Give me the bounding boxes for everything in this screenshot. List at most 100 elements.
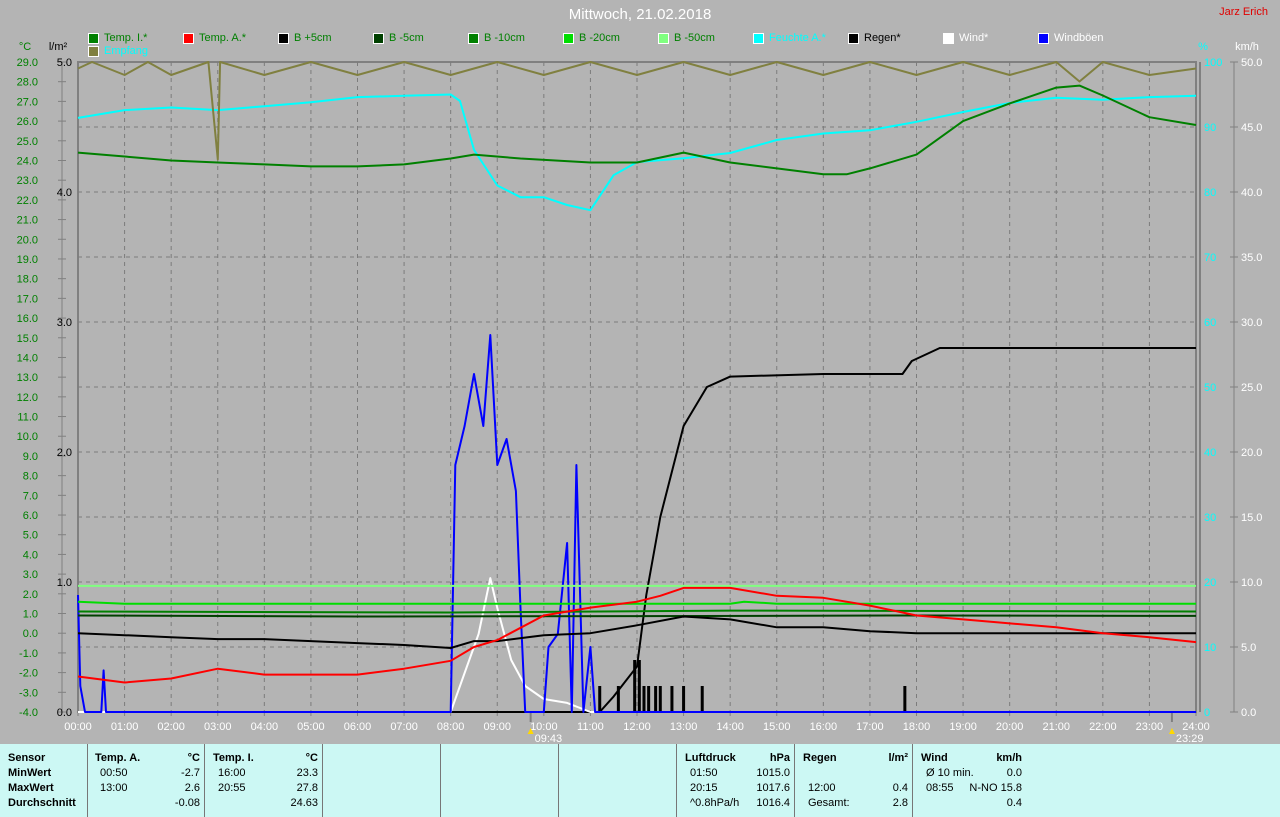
wind-tick-label: 30.0 xyxy=(1241,317,1262,329)
rain-bar xyxy=(598,686,602,712)
legend-item: Empfang xyxy=(88,45,148,57)
temp-tick-label: 15.0 xyxy=(17,333,38,345)
legend-label: B +5cm xyxy=(294,32,332,44)
humidity-tick-label: 70 xyxy=(1204,252,1216,264)
temp-tick-label: -2.0 xyxy=(19,668,38,680)
x-tick-label: 19:00 xyxy=(949,721,977,733)
wind-tick-label: 50.0 xyxy=(1241,57,1262,69)
x-tick-label: 21:00 xyxy=(1042,721,1070,733)
temp-tick-label: 14.0 xyxy=(17,352,38,364)
humidity-tick-label: 40 xyxy=(1204,447,1216,459)
temp-tick-label: 24.0 xyxy=(17,155,38,167)
legend-swatch xyxy=(1038,32,1049,44)
x-tick-label: 07:00 xyxy=(390,721,418,733)
temp-tick-label: -1.0 xyxy=(19,648,38,660)
x-tick-label: 10:00 xyxy=(530,721,558,733)
wind-tick-label: 0.0 xyxy=(1241,707,1256,719)
temp-tick-label: 3.0 xyxy=(23,569,38,581)
wind-tick-label: 25.0 xyxy=(1241,382,1262,394)
wind-tick-label: 35.0 xyxy=(1241,252,1262,264)
temp_i-unit: °C xyxy=(305,752,318,764)
temp-tick-label: -4.0 xyxy=(19,707,38,719)
x-tick-label: 14:00 xyxy=(716,721,744,733)
moon-icon xyxy=(1168,728,1175,734)
x-tick-label: 23:00 xyxy=(1136,721,1164,733)
rain-bar xyxy=(682,686,686,712)
temp-tick-label: 7.0 xyxy=(23,490,38,502)
wind-tick-label: 15.0 xyxy=(1241,512,1262,524)
wind-tick-label: 45.0 xyxy=(1241,122,1262,134)
rain-bar xyxy=(647,686,651,712)
humidity-tick-label: 60 xyxy=(1204,317,1216,329)
temp-tick-label: -3.0 xyxy=(19,687,38,699)
author-label: Jarz Erich xyxy=(1219,6,1268,18)
temp_i-value: 27.8 xyxy=(296,782,318,794)
legend-item: Feuchte A.* xyxy=(753,32,826,44)
legend-label: B -10cm xyxy=(484,32,525,44)
temp-tick-label: 16.0 xyxy=(17,313,38,325)
humidity-tick-label: 10 xyxy=(1204,642,1216,654)
marker-time-label: 09:43 xyxy=(535,733,563,744)
temp-tick-label: 18.0 xyxy=(17,274,38,286)
humidity-tick-label: 0 xyxy=(1204,707,1210,719)
temp-tick-label: 23.0 xyxy=(17,175,38,187)
weather-chart: -4.0 -3.0 -2.0 -1.0 0.0 1.0 2.0 3.0 4.0 5.0 6.0 7.0… xyxy=(17,41,1263,744)
temp-tick-label: 19.0 xyxy=(17,254,38,266)
x-tick-label: 24:00 xyxy=(1182,721,1210,733)
x-tick-label: 18:00 xyxy=(903,721,931,733)
humidity-tick-label: 90 xyxy=(1204,122,1216,134)
legend-label: Feuchte A.* xyxy=(769,32,826,44)
temp-tick-label: 10.0 xyxy=(17,431,38,443)
rain-tick-label: 4.0 xyxy=(57,187,72,199)
x-tick-label: 22:00 xyxy=(1089,721,1117,733)
rain-tick-label: 5.0 xyxy=(57,57,72,69)
legend-swatch xyxy=(88,45,99,57)
rain-bar xyxy=(642,686,646,712)
legend-label: Temp. I.* xyxy=(104,32,148,44)
x-tick-label: 09:00 xyxy=(483,721,511,733)
x-tick-label: 16:00 xyxy=(810,721,838,733)
temp-tick-label: 20.0 xyxy=(17,234,38,246)
row-label: Durchschnitt xyxy=(8,797,76,809)
stats-column xyxy=(559,744,677,817)
x-tick-label: 04:00 xyxy=(251,721,279,733)
temp_i-value: 24.63 xyxy=(290,797,318,809)
x-tick-label: 12:00 xyxy=(623,721,651,733)
legend-item: Wind* xyxy=(943,32,988,44)
row-label: MinWert xyxy=(8,767,52,779)
x-tick-label: 01:00 xyxy=(111,721,139,733)
series-b-5cm xyxy=(77,614,1197,618)
temp_i-value: 23.3 xyxy=(296,767,318,779)
legend-label: B -50cm xyxy=(674,32,715,44)
x-tick-label: 11:00 xyxy=(577,721,604,733)
legend-item: B -5cm xyxy=(373,32,424,44)
temp_a-value: -0.08 xyxy=(174,797,200,809)
x-tick-label: 15:00 xyxy=(763,721,791,733)
row-label: MaxWert xyxy=(8,782,54,794)
temp-tick-label: 13.0 xyxy=(17,372,38,384)
marker-time-label: 23:29 xyxy=(1176,733,1204,744)
temp_a-unit: °C xyxy=(187,752,200,764)
temp-tick-label: 22.0 xyxy=(17,195,38,207)
x-tick-label: 00:00 xyxy=(64,721,92,733)
x-tick-label: 08:00 xyxy=(437,721,465,733)
legend-swatch xyxy=(373,32,384,44)
wind-axis-label: km/h xyxy=(1235,41,1259,53)
legend-swatch xyxy=(943,32,954,44)
x-tick-label: 03:00 xyxy=(204,721,232,733)
temp-tick-label: 4.0 xyxy=(23,549,38,561)
legend-item: B +5cm xyxy=(278,32,332,44)
rain-tick-label: 2.0 xyxy=(57,447,72,459)
humidity-tick-label: 80 xyxy=(1204,187,1216,199)
temp-tick-label: 8.0 xyxy=(23,471,38,483)
x-tick-label: 06:00 xyxy=(344,721,372,733)
pressure-value: 1015.0 xyxy=(756,767,790,779)
legend-swatch xyxy=(183,32,194,44)
wind-tick-label: 5.0 xyxy=(1241,642,1256,654)
wind-tick-label: 20.0 xyxy=(1241,447,1262,459)
legend-label: Windböen xyxy=(1054,32,1104,44)
legend-swatch xyxy=(753,32,764,44)
legend-item: B -10cm xyxy=(468,32,525,44)
rain-value: 2.8 xyxy=(892,797,908,809)
legend-label: B -20cm xyxy=(579,32,620,44)
